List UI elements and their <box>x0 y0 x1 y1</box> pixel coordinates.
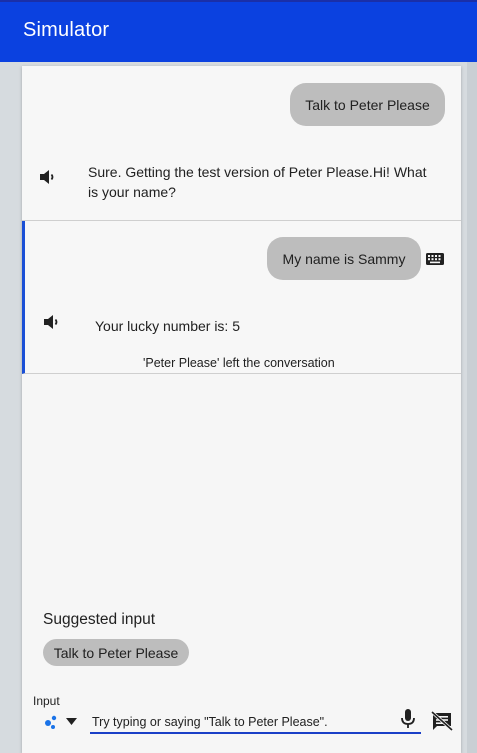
simulator-panel: Talk to Peter Please Sure. Getting the t… <box>22 66 461 753</box>
speaker-icon[interactable] <box>38 168 58 186</box>
conversation-status-note: 'Peter Please' left the conversation <box>143 356 335 370</box>
page-title: Simulator <box>23 19 110 41</box>
chevron-down-icon[interactable] <box>66 718 77 725</box>
scrollbar-track[interactable] <box>467 62 477 753</box>
speaker-icon[interactable] <box>42 313 62 331</box>
suggested-input-title: Suggested input <box>43 611 156 628</box>
query-input[interactable] <box>90 707 421 734</box>
simulator-app: Simulator Talk to Peter Please Sure. Get… <box>0 0 477 753</box>
agent-response: Your lucky number is: 5 <box>95 318 240 334</box>
assistant-icon[interactable] <box>42 714 58 730</box>
speech-off-icon[interactable] <box>431 711 453 731</box>
user-message-bubble: Talk to Peter Please <box>290 83 445 126</box>
suggestion-chip[interactable]: Talk to Peter Please <box>43 639 189 666</box>
mic-icon[interactable] <box>400 709 416 729</box>
user-message-bubble: My name is Sammy <box>267 237 421 280</box>
input-label: Input <box>33 694 60 708</box>
app-header: Simulator <box>0 0 477 62</box>
keyboard-icon <box>426 253 444 265</box>
agent-response: Sure. Getting the test version of Peter … <box>88 164 427 200</box>
conversation-turn-1[interactable]: Talk to Peter Please Sure. Getting the t… <box>22 66 461 221</box>
conversation-turn-2[interactable]: My name is Sammy Your lucky number is: 5… <box>22 221 461 374</box>
